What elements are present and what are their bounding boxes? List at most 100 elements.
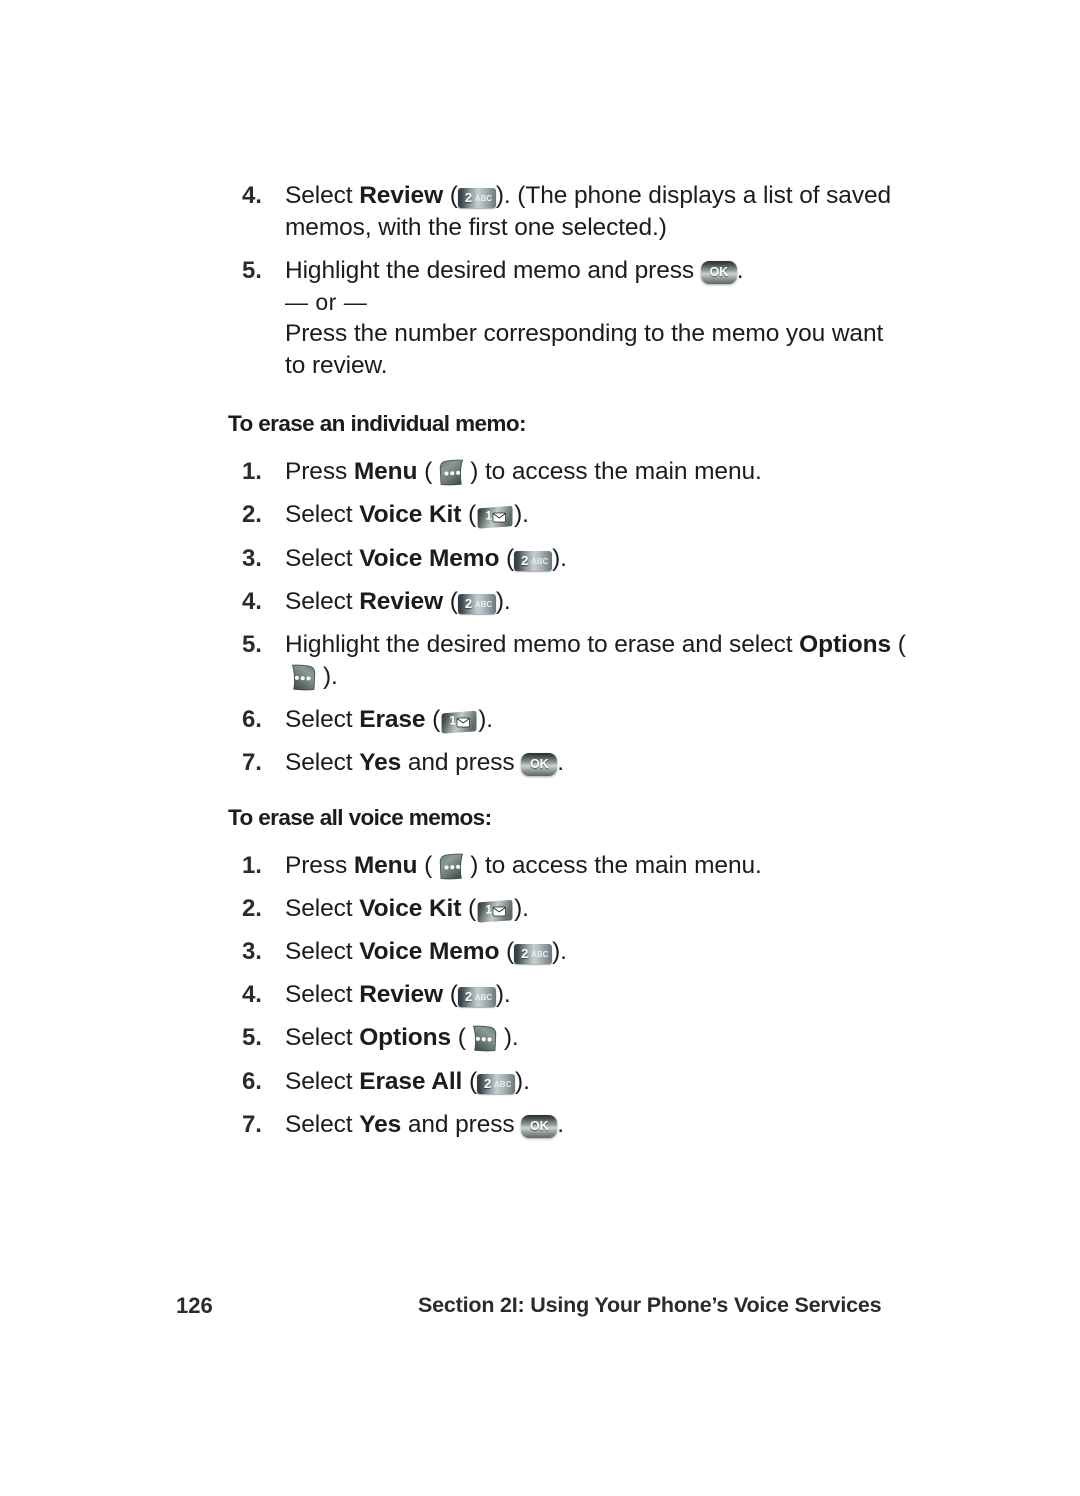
step-number: 1. — [242, 852, 262, 880]
svg-text:1: 1 — [486, 905, 493, 917]
emphasis-text: Yes — [359, 1110, 402, 1138]
step-text: Select Erase (1). — [285, 705, 493, 734]
key-letters-label: ABC — [474, 993, 493, 1003]
key-letters-label: ABC — [531, 556, 549, 566]
section-heading-erase-individual: To erase an individual memo: — [228, 411, 526, 437]
key-digit-label: 2 — [521, 946, 529, 962]
step-item: 7. Select Yes and press OK. — [228, 747, 908, 779]
emphasis-text: Voice Memo — [359, 938, 500, 966]
step-text: Select Voice Kit (1). — [285, 895, 529, 923]
key-2-abc-icon: 2 ABC — [514, 550, 553, 571]
step-item: 5. Highlight the desired memo and press O… — [228, 255, 908, 382]
step-number: 7. — [242, 749, 262, 777]
step-number: 2. — [242, 501, 262, 529]
key-2-abc-icon: 2 ABC — [457, 188, 496, 208]
step-item: 2. Select Voice Kit (1). — [228, 499, 908, 531]
key-2-abc-icon: 2 ABC — [477, 1073, 516, 1094]
step-number: 5. — [242, 630, 262, 658]
page-footer: 126 Section 2I: Using Your Phone’s Voice… — [0, 1293, 1080, 1327]
step-list-erase-all: 1. Press Menu () to access the main menu.… — [228, 850, 908, 1141]
key-digit-label: 2 — [521, 552, 529, 568]
key-ok-label: OK — [529, 1118, 549, 1133]
step-number: 4. — [242, 587, 262, 615]
key-ok-label: OK — [709, 265, 729, 280]
step-item: 1. Press Menu () to access the main menu. — [228, 456, 908, 488]
step-number: 5. — [242, 1024, 262, 1052]
step-item: 5. Select Options (). — [228, 1022, 908, 1054]
step-text: Press Menu () to access the main menu. — [285, 458, 762, 488]
step-number: 5. — [242, 257, 262, 285]
emphasis-text: Erase All — [359, 1067, 463, 1095]
key-letters-label: ABC — [474, 194, 493, 203]
step-number: 6. — [242, 1067, 262, 1095]
step-item: 4. Select Review (2 ABC). — [228, 586, 908, 618]
emphasis-text: Menu — [353, 852, 418, 880]
key-digit-label: 2 — [484, 1075, 492, 1091]
emphasis-text: Options — [799, 630, 892, 658]
step-item: 7. Select Yes and press OK. — [228, 1109, 908, 1141]
step-item: 2. Select Voice Kit (1). — [228, 893, 908, 925]
step-text: Select Voice Kit (1). — [285, 501, 529, 529]
step-text: Select Voice Memo (2 ABC). — [285, 938, 567, 966]
step-text: Select Yes and press OK. — [285, 749, 564, 777]
step-text: Select Options (). — [285, 1024, 519, 1054]
softkey-menu-icon — [432, 458, 470, 488]
key-letters-label: ABC — [474, 599, 493, 609]
step-number: 6. — [242, 705, 262, 733]
step-text: Select Review (2 ABC). — [285, 587, 511, 615]
key-digit-label: 2 — [464, 595, 472, 611]
key-1-envelope-icon: 1 — [476, 899, 514, 923]
section-heading-erase-all: To erase all voice memos: — [228, 805, 492, 831]
step-text: Select Review (2 ABC). — [285, 981, 511, 1009]
emphasis-text: Menu — [353, 458, 418, 486]
step-item: 3. Select Voice Memo (2 ABC). — [228, 936, 908, 968]
step-item: 3. Select Voice Memo (2 ABC). — [228, 543, 908, 575]
step-number: 3. — [242, 544, 262, 572]
step-item: 6. Select Erase All (2 ABC). — [228, 1066, 908, 1098]
step-number: 4. — [242, 981, 262, 1009]
page-content: 4. Select Review (2 ABC). (The phone displ… — [228, 180, 908, 1152]
step-text: Select Review (2 ABC). (The phone display… — [285, 182, 892, 242]
key-1-envelope-icon: 1 — [476, 505, 514, 529]
step-number: 3. — [242, 938, 262, 966]
key-ok-icon: OK — [521, 1114, 558, 1138]
step-text: Highlight the desired memo and press OK. — [285, 257, 744, 285]
emphasis-text: Yes — [359, 749, 402, 777]
emphasis-text: Voice Kit — [359, 895, 462, 923]
step-item: 5. Highlight the desired memo to erase an… — [228, 629, 908, 693]
step-list-review-continued: 4. Select Review (2 ABC). (The phone displ… — [228, 180, 908, 382]
step-number: 7. — [242, 1110, 262, 1138]
key-digit-label: 2 — [464, 989, 472, 1005]
emphasis-text: Voice Kit — [359, 501, 462, 529]
key-digit-label: 2 — [464, 190, 472, 205]
svg-text:1: 1 — [450, 715, 457, 727]
step-item: 4. Select Review (2 ABC). — [228, 979, 908, 1011]
key-2-abc-icon: 2 ABC — [457, 987, 496, 1008]
step-item: 4. Select Review (2 ABC). (The phone displ… — [228, 180, 908, 244]
emphasis-text: Review — [359, 587, 444, 615]
step-text: Highlight the desired memo to erase and … — [285, 630, 906, 691]
key-2-abc-icon: 2 ABC — [457, 593, 496, 614]
key-ok-icon: OK — [521, 753, 558, 777]
emphasis-text: Voice Memo — [359, 544, 500, 572]
step-item: 6. Select Erase (1). — [228, 704, 908, 736]
key-letters-label: ABC — [494, 1079, 512, 1089]
or-separator: — or — — [285, 289, 368, 316]
manual-page: 4. Select Review (2 ABC). (The phone displ… — [0, 0, 1080, 1496]
page-number: 126 — [176, 1293, 213, 1318]
step-text: Press Menu () to access the main menu. — [285, 852, 762, 880]
step-number: 1. — [242, 458, 262, 486]
emphasis-text: Erase — [359, 705, 426, 733]
step-alt-text: Press the number corresponding to the me… — [285, 320, 884, 380]
step-number: 4. — [242, 182, 262, 209]
step-number: 2. — [242, 895, 262, 923]
step-text: Select Yes and press OK. — [285, 1110, 564, 1138]
emphasis-text: Review — [359, 981, 444, 1009]
softkey-options-icon — [466, 1024, 504, 1054]
svg-text:1: 1 — [486, 511, 493, 523]
step-list-erase-individual: 1. Press Menu () to access the main menu.… — [228, 456, 908, 779]
key-1-envelope-icon: 1 — [440, 710, 478, 734]
key-ok-icon: OK — [700, 261, 737, 285]
key-letters-label: ABC — [531, 950, 549, 960]
step-item: 1. Press Menu () to access the main menu. — [228, 850, 908, 882]
